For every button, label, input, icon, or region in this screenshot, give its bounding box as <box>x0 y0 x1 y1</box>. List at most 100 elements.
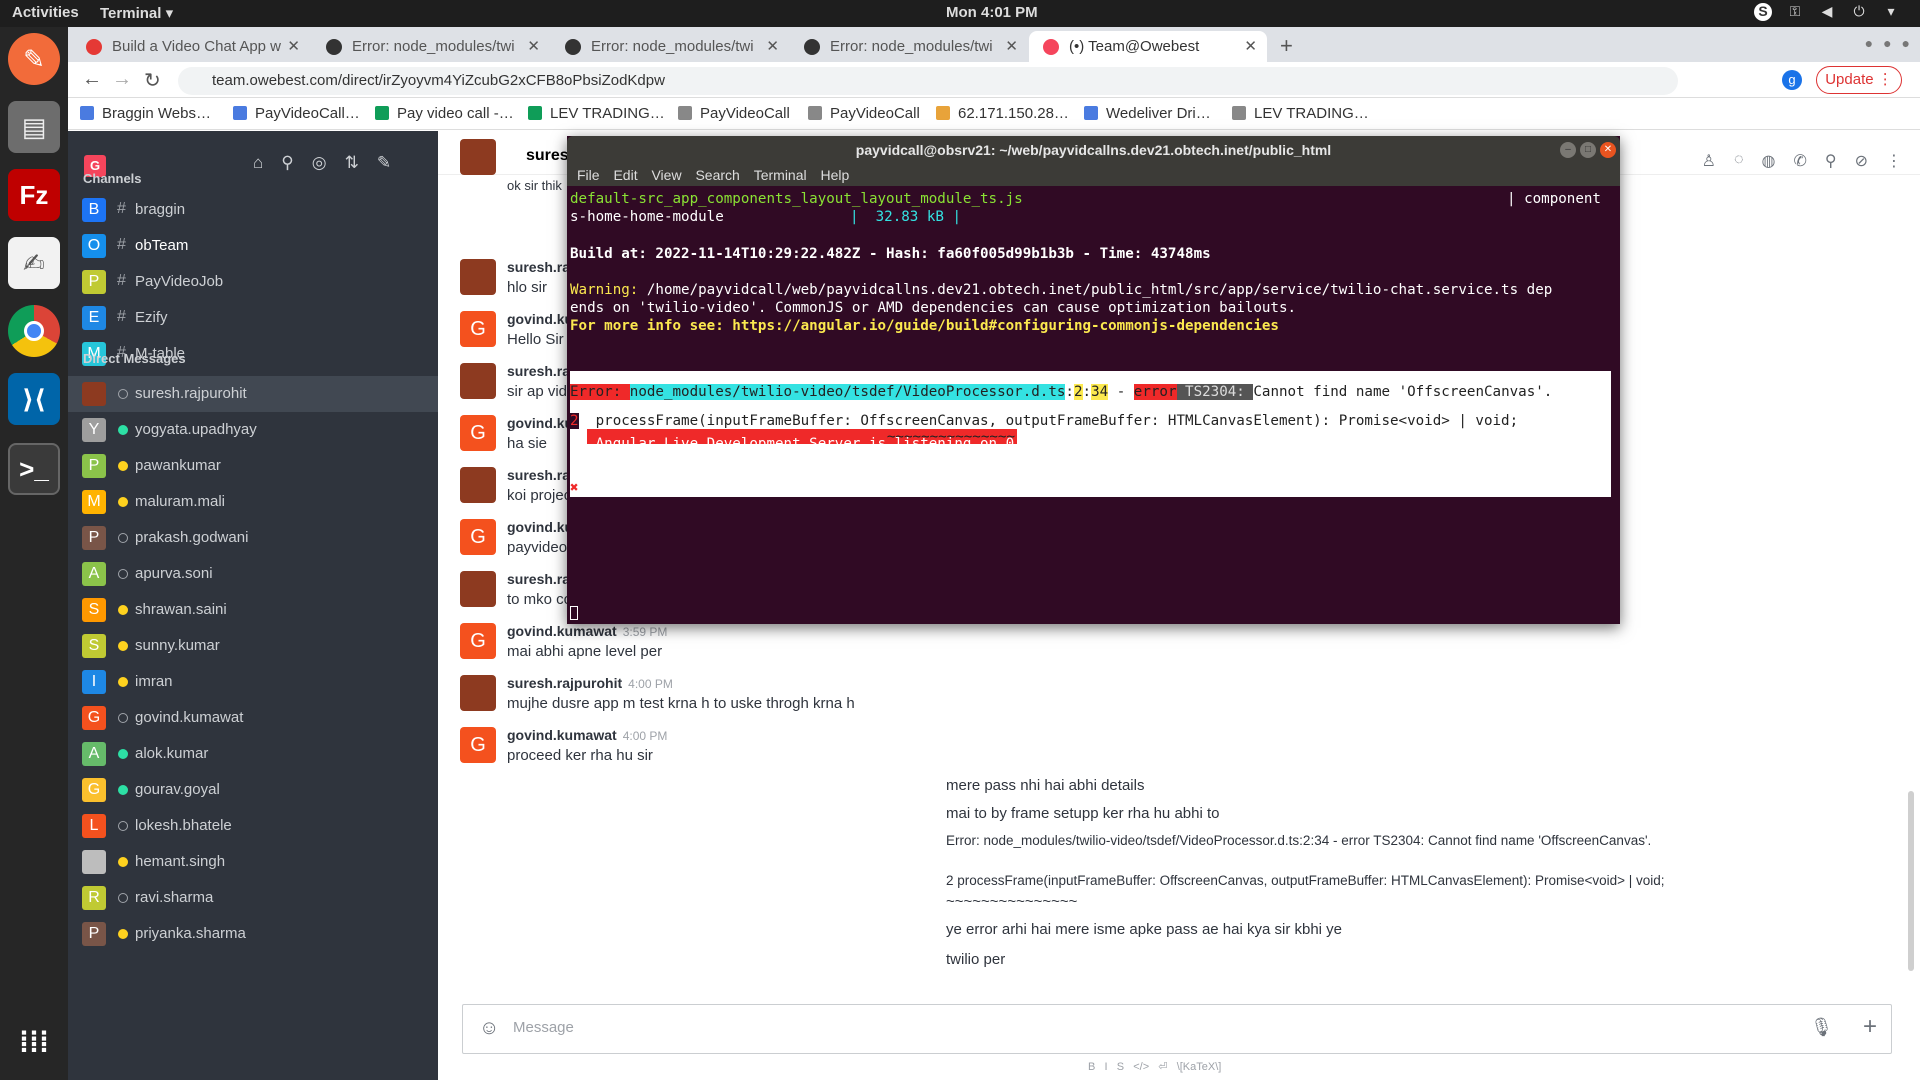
menu-help[interactable]: Help <box>821 167 850 183</box>
microphone-icon[interactable]: 🎙 <box>1810 1017 1833 1038</box>
postman-icon[interactable]: ✎ <box>8 33 60 85</box>
avatar[interactable]: G <box>460 623 496 659</box>
system-tray[interactable]: S ⚿ ◀ ⏻ ▾ <box>1754 3 1900 21</box>
sidebar-item-dm[interactable]: Iimran <box>68 664 438 700</box>
network-icon[interactable]: ⚿ <box>1786 3 1804 21</box>
menu-view[interactable]: View <box>651 167 681 183</box>
discussion-icon[interactable]: ◌ <box>1734 151 1744 171</box>
sidebar-item-channel[interactable]: P # PayVideoJob <box>68 264 438 300</box>
home-icon[interactable]: ⌂ <box>253 153 263 173</box>
sidebar-item-dm[interactable]: Mmaluram.mali <box>68 484 438 520</box>
volume-icon[interactable]: ◀ <box>1818 3 1836 21</box>
message-input[interactable]: Message <box>513 1019 574 1036</box>
sort-icon[interactable]: ⇅ <box>345 153 359 173</box>
sidebar-item-dm[interactable]: Ggourav.goyal <box>68 772 438 808</box>
scrollbar[interactable] <box>1908 791 1914 971</box>
message-author[interactable]: govind.kumawat 3:59 PM <box>507 623 667 639</box>
sidebar-item-dm[interactable]: Yyogyata.upadhyay <box>68 412 438 448</box>
minimize-icon[interactable]: – <box>1560 142 1576 158</box>
sidebar-item-dm[interactable]: Ppawankumar <box>68 448 438 484</box>
bookmark-item[interactable]: PayVideoCall <box>678 105 790 122</box>
bookmark-item[interactable]: 62.171.150.28… <box>936 105 1069 122</box>
bookmark-item[interactable]: PayVideoCall… <box>233 105 360 122</box>
window-controls[interactable]: ● ● ● <box>1865 35 1910 51</box>
avatar[interactable] <box>460 259 496 295</box>
maximize-icon[interactable]: ● <box>1883 35 1891 51</box>
message-composer[interactable]: ☺ Message 🎙 + <box>462 1004 1892 1054</box>
files-icon[interactable]: ▤ <box>8 101 60 153</box>
menu-search[interactable]: Search <box>695 167 739 183</box>
avatar[interactable] <box>460 363 496 399</box>
avatar[interactable] <box>460 675 496 711</box>
avatar[interactable]: G <box>460 311 496 347</box>
close-icon[interactable]: ✕ <box>1244 31 1257 62</box>
app-menu[interactable]: Terminal ▾ <box>100 4 173 22</box>
tab-error-3[interactable]: Error: node_modules/twi ✕ <box>790 31 1028 62</box>
message-author[interactable]: govind.kumawat 4:00 PM <box>507 727 667 743</box>
address-bar[interactable]: team.owebest.com/direct/irZyoyvm4YiZcubG… <box>178 67 1678 95</box>
bookmark-item[interactable]: PayVideoCall <box>808 105 920 122</box>
avatar[interactable] <box>460 467 496 503</box>
sidebar-item-dm[interactable]: Sshrawan.saini <box>68 592 438 628</box>
clock[interactable]: Mon 4:01 PM <box>946 4 1038 21</box>
text-editor-icon[interactable]: ✍ <box>8 237 60 289</box>
close-icon[interactable]: ✕ <box>527 31 540 62</box>
menu-file[interactable]: File <box>577 167 600 183</box>
forward-icon[interactable]: → <box>112 68 132 91</box>
sidebar-item-dm[interactable]: Llokesh.bhatele <box>68 808 438 844</box>
sidebar-item-dm[interactable]: suresh.rajpurohit <box>68 376 438 412</box>
create-new-icon[interactable]: ✎ <box>377 153 391 173</box>
search-icon[interactable]: ⚲ <box>281 153 293 173</box>
back-icon[interactable]: ← <box>82 68 102 91</box>
close-icon[interactable]: ✕ <box>766 31 779 62</box>
bookmark-item[interactable]: LEV TRADING… <box>528 105 665 122</box>
profile-avatar[interactable]: g <box>1782 70 1802 90</box>
close-icon[interactable]: ✕ <box>287 31 300 62</box>
menu-edit[interactable]: Edit <box>613 167 637 183</box>
new-tab-button[interactable]: + <box>1280 33 1293 59</box>
sidebar-item-dm[interactable]: Pprakash.godwani <box>68 520 438 556</box>
menu-terminal[interactable]: Terminal <box>754 167 807 183</box>
avatar[interactable]: G <box>460 519 496 555</box>
bookmark-item[interactable]: LEV TRADING… <box>1232 105 1369 122</box>
call-icon[interactable]: ✆ <box>1793 151 1806 171</box>
search-icon[interactable]: ⚲ <box>1825 151 1837 171</box>
sidebar-item-dm[interactable]: Ggovind.kumawat <box>68 700 438 736</box>
sidebar-item-dm[interactable]: Rravi.sharma <box>68 880 438 916</box>
show-apps-icon[interactable]: ⁞⁞⁞ <box>8 1017 60 1069</box>
close-icon[interactable]: ● <box>1902 35 1910 51</box>
filezilla-icon[interactable]: Fz <box>8 169 60 221</box>
tab-error-1[interactable]: Error: node_modules/twi ✕ <box>312 31 550 62</box>
sidebar-item-channel[interactable]: B # braggin <box>68 192 438 228</box>
add-icon[interactable]: + <box>1863 1013 1877 1041</box>
terminal-title-bar[interactable]: payvidcall@obsrv21: ~/web/payvidcallns.d… <box>567 136 1620 164</box>
format-toolbar[interactable]: B I S </> ⏎ \[KaTeX\] <box>1088 1060 1221 1073</box>
avatar[interactable]: G <box>460 415 496 451</box>
directory-icon[interactable]: ◎ <box>312 153 327 173</box>
attachment-icon[interactable]: ⊘ <box>1855 151 1868 171</box>
tab-team-owebest[interactable]: (•) Team@Owebest ✕ <box>1029 31 1267 62</box>
close-icon[interactable]: ✕ <box>1600 142 1616 158</box>
sidebar-item-channel[interactable]: E # Ezify <box>68 300 438 336</box>
chevron-down-icon[interactable]: ▾ <box>1882 3 1900 21</box>
sidebar-item-dm[interactable]: Ppriyanka.sharma <box>68 916 438 952</box>
reload-icon[interactable]: ↻ <box>144 68 161 93</box>
sidebar-item-dm[interactable]: hemant.singh <box>68 844 438 880</box>
sidebar-item-dm[interactable]: Aapurva.soni <box>68 556 438 592</box>
bookmark-item[interactable]: Pay video call -… <box>375 105 514 122</box>
power-icon[interactable]: ⏻ <box>1850 3 1868 21</box>
terminal-icon[interactable]: >_ <box>8 443 60 495</box>
bookmark-item[interactable]: Braggin Webs… <box>80 105 211 122</box>
minimize-icon[interactable]: ● <box>1865 35 1873 51</box>
tab-error-2[interactable]: Error: node_modules/twi ✕ <box>551 31 789 62</box>
update-button[interactable]: Update ⋮ <box>1816 66 1902 94</box>
bookmark-item[interactable]: Wedeliver Dri… <box>1084 105 1211 122</box>
user-info-icon[interactable]: ♙ <box>1702 151 1716 171</box>
message-author[interactable]: suresh.rajpurohit 4:00 PM <box>507 675 673 691</box>
kebab-menu-icon[interactable]: ⋮ <box>1886 151 1902 171</box>
sidebar-item-dm[interactable]: Ssunny.kumar <box>68 628 438 664</box>
avatar[interactable]: G <box>460 727 496 763</box>
skype-icon[interactable]: S <box>1754 3 1772 21</box>
avatar[interactable] <box>460 571 496 607</box>
close-icon[interactable]: ✕ <box>1005 31 1018 62</box>
